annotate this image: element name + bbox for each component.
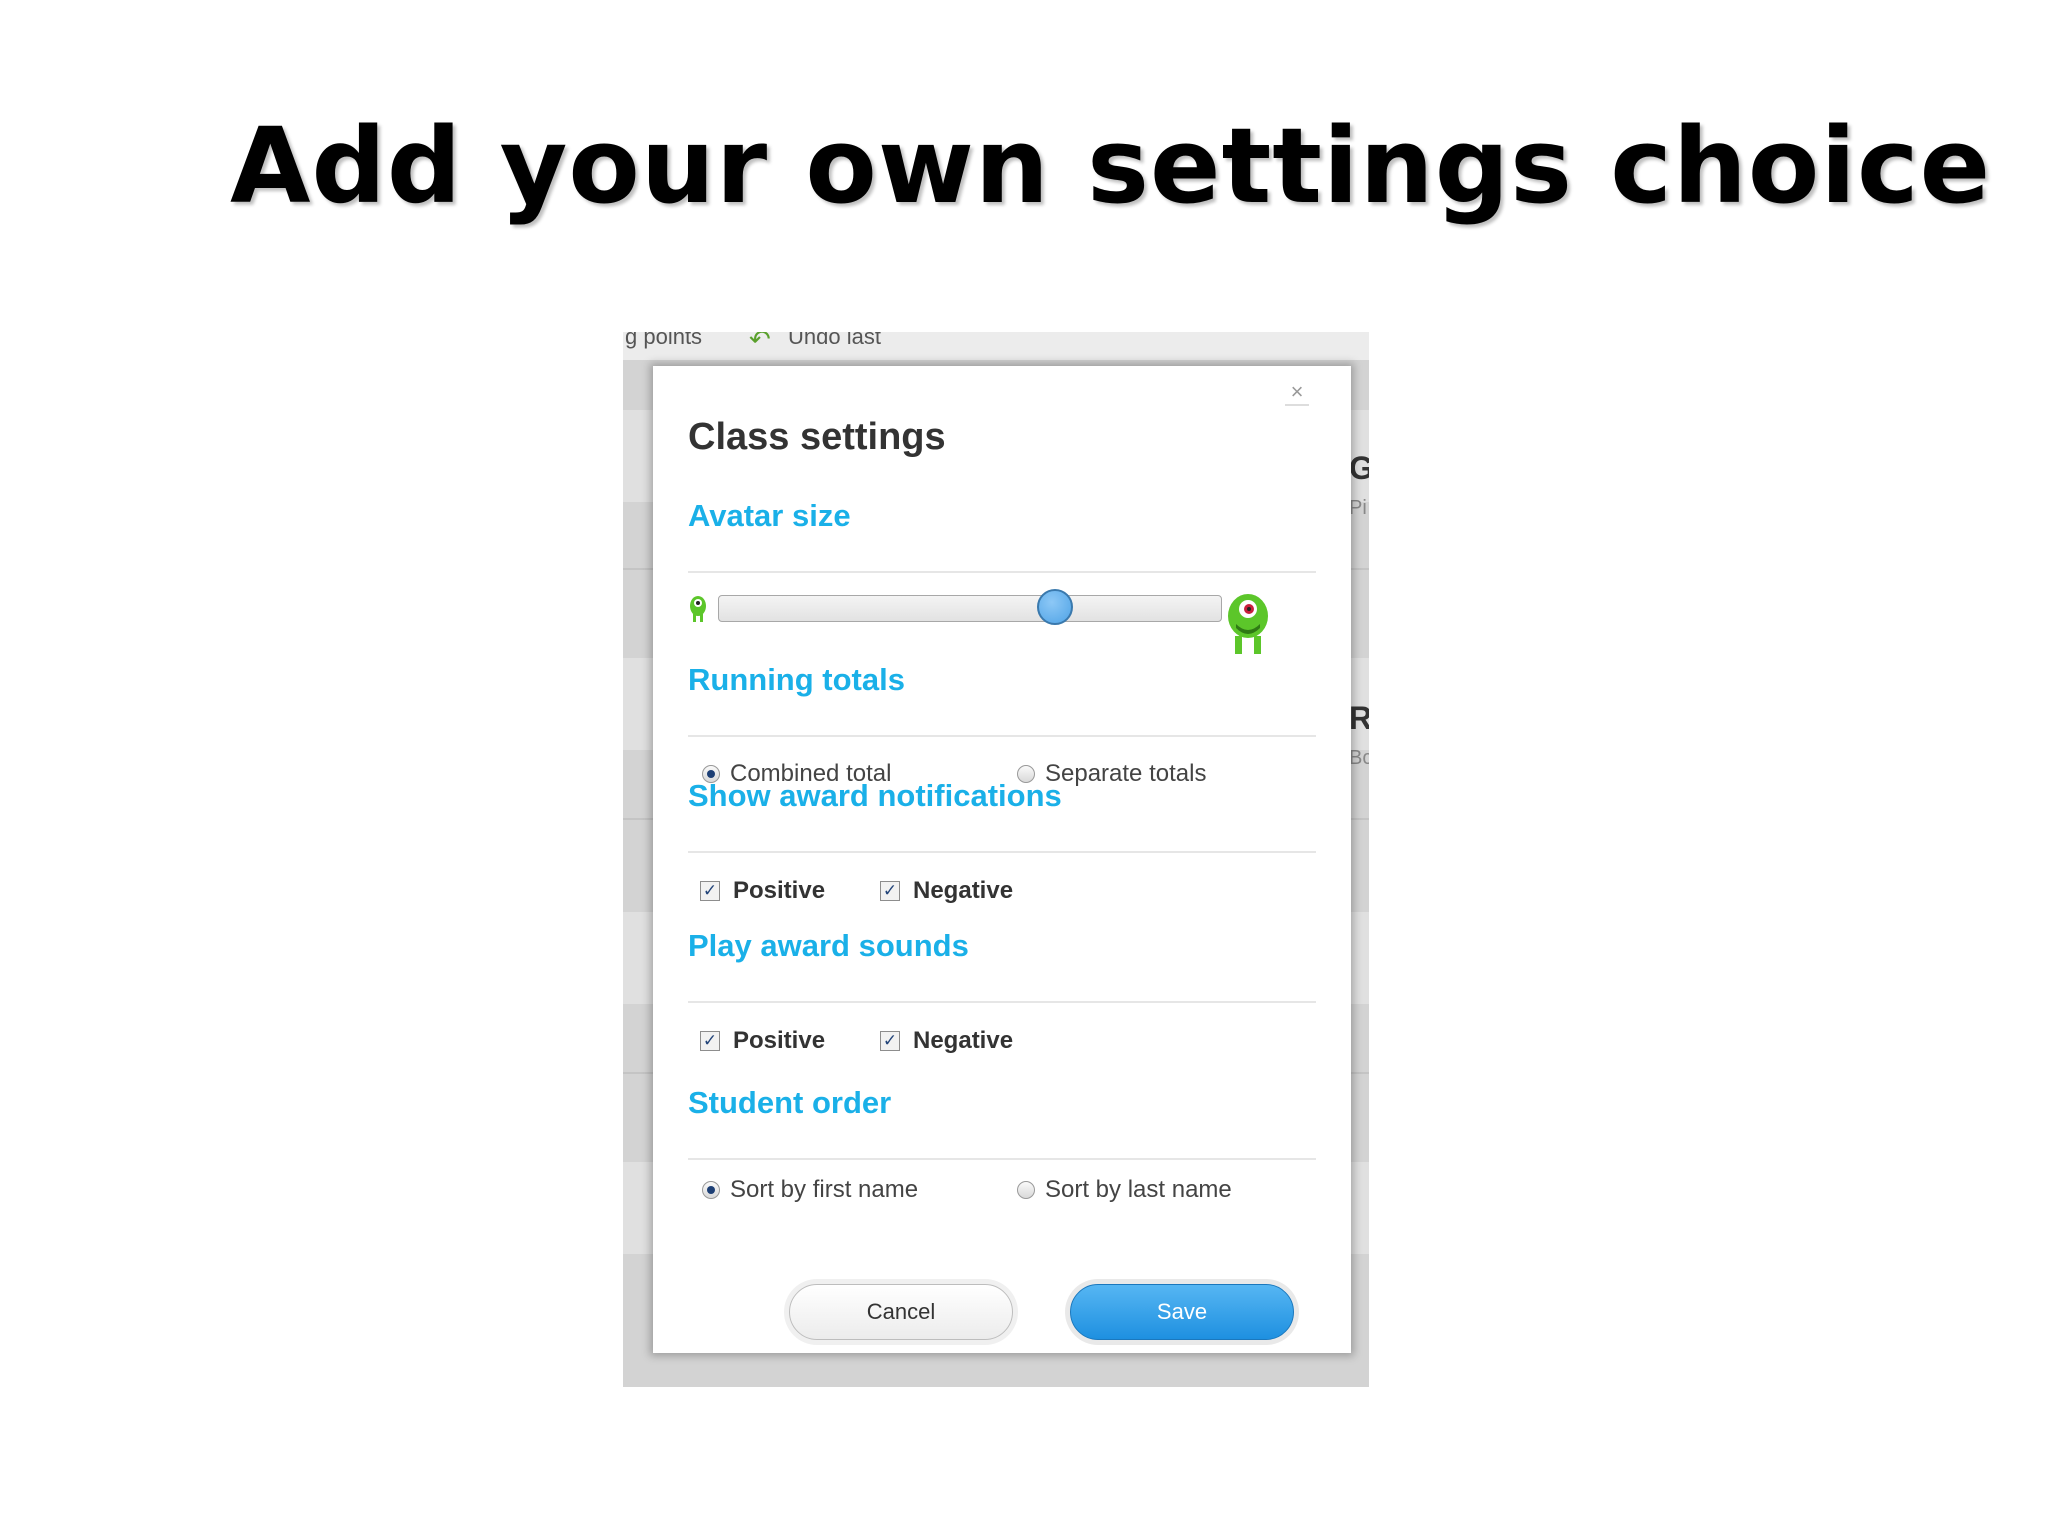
close-button[interactable]: × <box>1285 380 1309 406</box>
checkbox[interactable]: ✓ <box>700 1031 720 1051</box>
background-student-subtext: Bc <box>1349 747 1369 769</box>
class-settings-dialog: × Class settings Avatar size Running tot… <box>653 366 1351 1353</box>
radio-label: Sort by last name <box>1045 1176 1232 1203</box>
running-totals-heading: Running totals <box>688 662 905 697</box>
small-avatar-icon <box>690 596 706 622</box>
background-student-initial: G <box>1349 450 1369 486</box>
background-student-initial: R <box>1349 700 1369 736</box>
student-order-heading: Student order <box>688 1085 892 1120</box>
checkbox-label: Negative <box>913 877 1014 904</box>
slider-handle[interactable] <box>1037 589 1074 625</box>
section-divider <box>688 1001 1316 1003</box>
notifications-positive-checkbox[interactable]: ✓ Positive <box>700 877 825 905</box>
section-divider <box>688 735 1316 737</box>
avatar-size-heading: Avatar size <box>688 498 851 533</box>
cancel-button[interactable]: Cancel <box>789 1284 1013 1340</box>
large-avatar-icon <box>1228 594 1268 654</box>
section-divider <box>688 1158 1316 1160</box>
dialog-title: Class settings <box>688 416 946 458</box>
sort-first-name-radio[interactable]: Sort by first name <box>702 1176 918 1204</box>
award-sounds-heading: Play award sounds <box>688 928 969 963</box>
radio-button[interactable] <box>702 1181 720 1199</box>
sounds-positive-checkbox[interactable]: ✓ Positive <box>700 1027 825 1055</box>
radio-label: Sort by first name <box>730 1176 919 1203</box>
background-undo-label: Undo last <box>788 332 881 349</box>
background-points-label: g points <box>625 332 703 349</box>
checkbox[interactable]: ✓ <box>700 881 720 901</box>
background-student-subtext: Pi <box>1349 497 1367 519</box>
undo-icon: ↶ <box>749 332 771 354</box>
award-notifications-heading: Show award notifications <box>688 778 1062 813</box>
checkbox-label: Positive <box>733 877 826 904</box>
section-divider <box>688 571 1316 573</box>
background-toolbar: g points ↶ Undo last <box>623 332 1369 360</box>
avatar-size-slider[interactable] <box>718 589 1222 625</box>
notifications-negative-checkbox[interactable]: ✓ Negative <box>880 877 1013 905</box>
section-divider <box>688 851 1316 853</box>
checkbox-label: Positive <box>733 1027 826 1054</box>
sounds-negative-checkbox[interactable]: ✓ Negative <box>880 1027 1013 1055</box>
save-button[interactable]: Save <box>1070 1284 1294 1340</box>
checkbox-label: Negative <box>913 1027 1014 1054</box>
app-screenshot: g points ↶ Undo last G Pi R Bc × Class s… <box>623 332 1369 1387</box>
checkbox[interactable]: ✓ <box>880 1031 900 1051</box>
slide-title: Add your own settings choice <box>230 105 1992 227</box>
checkbox[interactable]: ✓ <box>880 881 900 901</box>
sort-last-name-radio[interactable]: Sort by last name <box>1017 1176 1232 1204</box>
radio-button[interactable] <box>1017 1181 1035 1199</box>
radio-label: Separate totals <box>1045 760 1207 787</box>
